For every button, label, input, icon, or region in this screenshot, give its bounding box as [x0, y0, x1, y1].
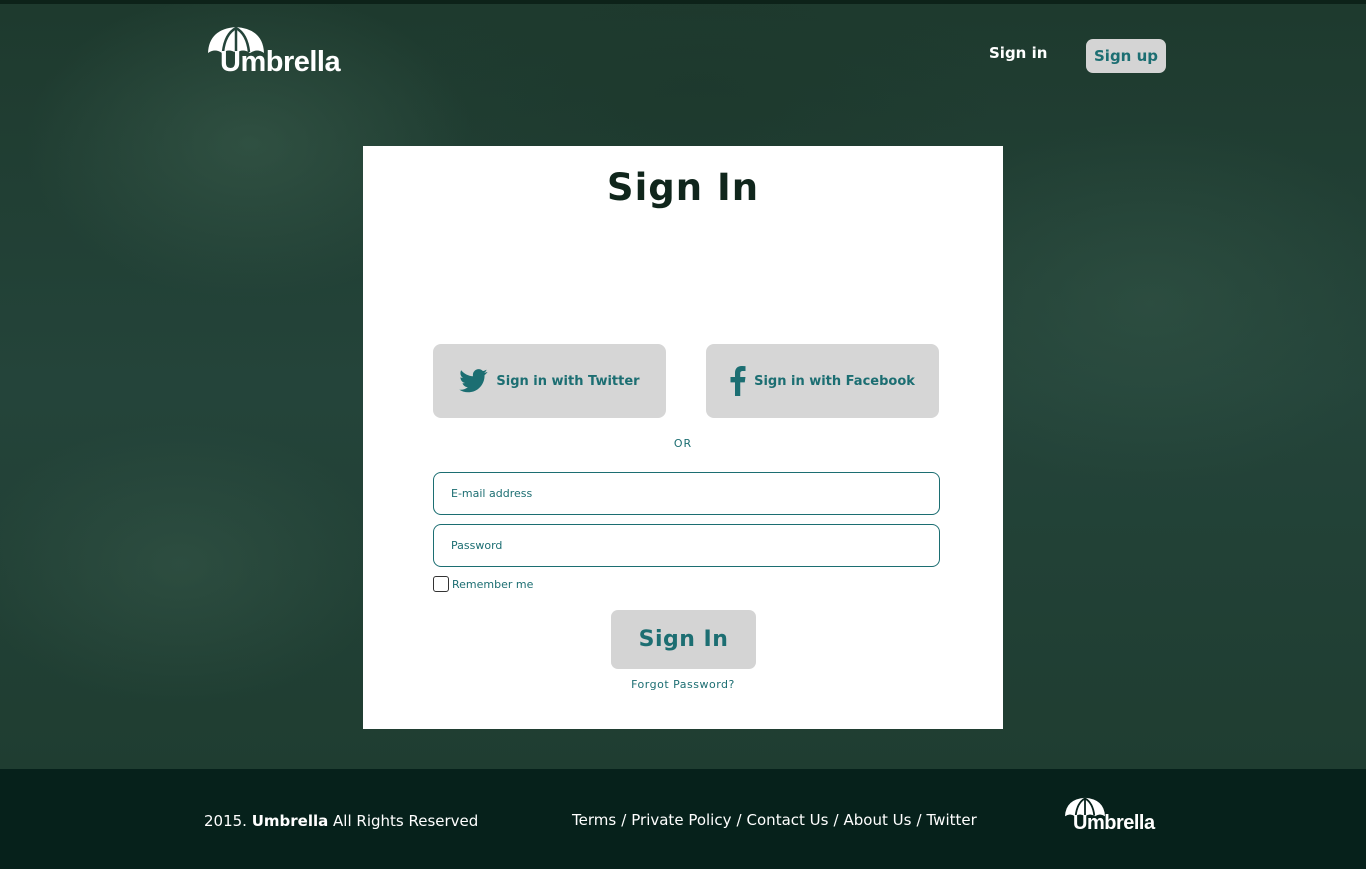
nav-signup-button[interactable]: Sign up [1086, 39, 1166, 73]
copyright-year: 2015. [204, 812, 247, 830]
twitter-signin-label: Sign in with Twitter [496, 373, 640, 389]
signin-title: Sign In [606, 166, 760, 209]
facebook-signin-label: Sign in with Facebook [754, 373, 915, 389]
or-divider: OR [673, 437, 693, 450]
footer-link-terms[interactable]: Terms [572, 811, 616, 829]
password-field[interactable] [433, 524, 940, 567]
email-field[interactable] [433, 472, 940, 515]
nav-signin-link[interactable]: Sign in [989, 44, 1047, 62]
facebook-signin-button[interactable]: Sign in with Facebook [706, 344, 939, 418]
footer-link-privacy[interactable]: Private Policy [631, 811, 731, 829]
footer: 2015. Umbrella All Rights Reserved Terms… [0, 769, 1366, 869]
twitter-bird-icon [459, 369, 488, 393]
footer-link-twitter[interactable]: Twitter [927, 811, 977, 829]
forgot-password-link[interactable]: Forgot Password? [363, 678, 1003, 691]
footer-separator: / [736, 811, 742, 829]
facebook-f-icon [730, 366, 746, 396]
remember-me-row: Remember me [433, 576, 533, 592]
hero-background: Umbrella Sign in Sign up Sign In Sign in… [0, 0, 1366, 769]
footer-link-contact[interactable]: Contact Us [747, 811, 829, 829]
footer-logo-text: Umbrella [1073, 812, 1155, 834]
remember-me-checkbox[interactable] [433, 576, 449, 592]
logo-text: Umbrella [220, 46, 341, 78]
signin-card: Sign In Sign in with Twitter Sign in wit… [363, 146, 1003, 729]
twitter-signin-button[interactable]: Sign in with Twitter [433, 344, 666, 418]
footer-separator: / [916, 811, 922, 829]
copyright-brand: Umbrella [251, 812, 329, 830]
footer-links: Terms / Private Policy / Contact Us / Ab… [572, 811, 977, 829]
remember-me-label: Remember me [452, 577, 534, 591]
header-logo[interactable]: Umbrella [207, 26, 341, 78]
copyright-text: 2015. Umbrella All Rights Reserved [204, 812, 478, 830]
footer-link-about[interactable]: About Us [844, 811, 912, 829]
footer-separator: / [621, 811, 627, 829]
copyright-rights: All Rights Reserved [333, 812, 479, 830]
signin-submit-button[interactable]: Sign In [611, 610, 756, 669]
footer-separator: / [833, 811, 839, 829]
footer-logo[interactable]: Umbrella [1064, 797, 1155, 834]
